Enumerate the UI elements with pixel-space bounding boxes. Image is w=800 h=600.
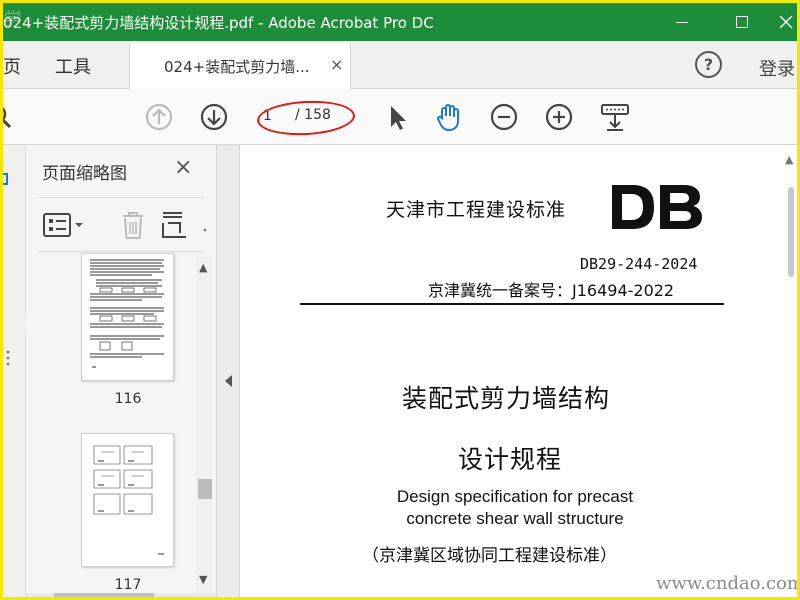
maximize-button[interactable]	[719, 3, 765, 41]
scroll-up-icon[interactable]: ▲	[785, 153, 793, 166]
tab-tools[interactable]: 工具	[55, 53, 91, 79]
page-thumbnail[interactable]	[81, 253, 174, 381]
window-title: 024+装配式剪力墙结构设计规程.pdf - Adobe Acrobat Pro…	[3, 14, 434, 32]
doc-title-line1: 装配式剪力墙结构	[402, 384, 611, 413]
doc-header: 天津市工程建设标准	[386, 199, 567, 221]
tab-document-label: 024+装配式剪力墙...	[164, 58, 310, 76]
minimize-button[interactable]	[659, 3, 705, 41]
close-icon	[779, 15, 793, 29]
panel-tools	[38, 203, 208, 249]
panel-title: 页面缩略图	[42, 164, 127, 184]
title-bar[interactable]: 学 024+装配式剪力墙结构设计规程.pdf - Adobe Acrobat P…	[3, 3, 797, 41]
panel-divider	[38, 251, 204, 252]
thumbnail-label: 116	[114, 391, 142, 407]
document-page[interactable]: 天津市工程建设标准 DB DB29-244-2024 京津冀统一备案号：J164…	[240, 145, 797, 597]
scrollbar-thumb[interactable]	[198, 479, 212, 499]
scroll-up-icon[interactable]: ▲	[199, 261, 207, 274]
tab-document[interactable]: 024+装配式剪力墙... ×	[129, 43, 351, 89]
doc-code: DB29-244-2024	[580, 255, 698, 273]
doc-title-line2: 设计规程	[458, 445, 563, 474]
db-logo: DB	[612, 185, 702, 229]
doc-subtitle: （京津冀区域协同工程建设标准）	[362, 546, 617, 566]
app-window: 学 024+装配式剪力墙结构设计规程.pdf - Adobe Acrobat P…	[3, 3, 797, 597]
thumbnail-label: 117	[114, 577, 142, 593]
select-cursor-icon[interactable]	[381, 101, 413, 133]
thumbnail-panel: 页面缩略图 × 116 117 ▲ ▼	[26, 145, 216, 597]
hand-tool-icon[interactable]	[433, 101, 465, 133]
thumbnail-options-icon[interactable]	[42, 211, 88, 241]
thumbnail-content-icon	[93, 445, 164, 555]
next-page-icon[interactable]	[198, 101, 230, 133]
site-watermark: www.cndao.com	[656, 573, 797, 594]
doc-english-title-line2: concrete shear wall structure	[406, 509, 624, 528]
zoom-in-icon[interactable]	[543, 101, 575, 133]
more-tools-icon[interactable]	[202, 227, 208, 233]
panel-splitter[interactable]	[216, 145, 240, 597]
scroll-down-icon[interactable]: ▼	[199, 573, 207, 586]
doc-divider	[300, 303, 724, 305]
panel-divider	[38, 197, 204, 198]
thumbnail-scrollbar[interactable]: ▲ ▼	[196, 257, 212, 595]
doc-english-title-line1: Design specification for precast	[396, 487, 634, 506]
collapse-panel-icon[interactable]	[225, 375, 232, 387]
help-icon[interactable]: ?	[695, 51, 722, 78]
doc-record-number: 京津冀统一备案号：J16494-2022	[428, 281, 675, 300]
previous-page-icon[interactable]	[143, 101, 175, 133]
extract-page-icon[interactable]	[160, 209, 190, 241]
login-button[interactable]: 登录	[759, 55, 795, 81]
zoom-out-icon[interactable]	[488, 101, 520, 133]
delete-page-icon[interactable]	[118, 209, 148, 241]
toolbar: / 158	[3, 89, 797, 145]
minimize-icon	[676, 21, 688, 23]
thumbnail-content-icon	[90, 259, 164, 368]
search-icon[interactable]	[3, 101, 17, 133]
page-thumbnail[interactable]	[81, 433, 174, 567]
scrollbar-thumb[interactable]	[788, 187, 794, 277]
pages-icon[interactable]	[3, 171, 13, 187]
left-rail	[3, 145, 30, 597]
tab-home[interactable]: 页	[3, 53, 21, 79]
document-scrollbar[interactable]: ▲	[783, 153, 797, 593]
tab-close-icon[interactable]: ×	[330, 55, 343, 74]
panel-close-icon[interactable]: ×	[174, 155, 192, 180]
tab-bar: 页 工具 024+装配式剪力墙... × ? 登录	[3, 41, 797, 89]
fit-page-icon[interactable]	[599, 101, 631, 133]
close-window-button[interactable]	[763, 3, 797, 41]
hscrollbar-thumb[interactable]	[54, 593, 154, 597]
more-icon[interactable]	[5, 349, 11, 367]
thumbnail-hscrollbar[interactable]	[26, 593, 216, 597]
maximize-icon	[736, 16, 748, 28]
